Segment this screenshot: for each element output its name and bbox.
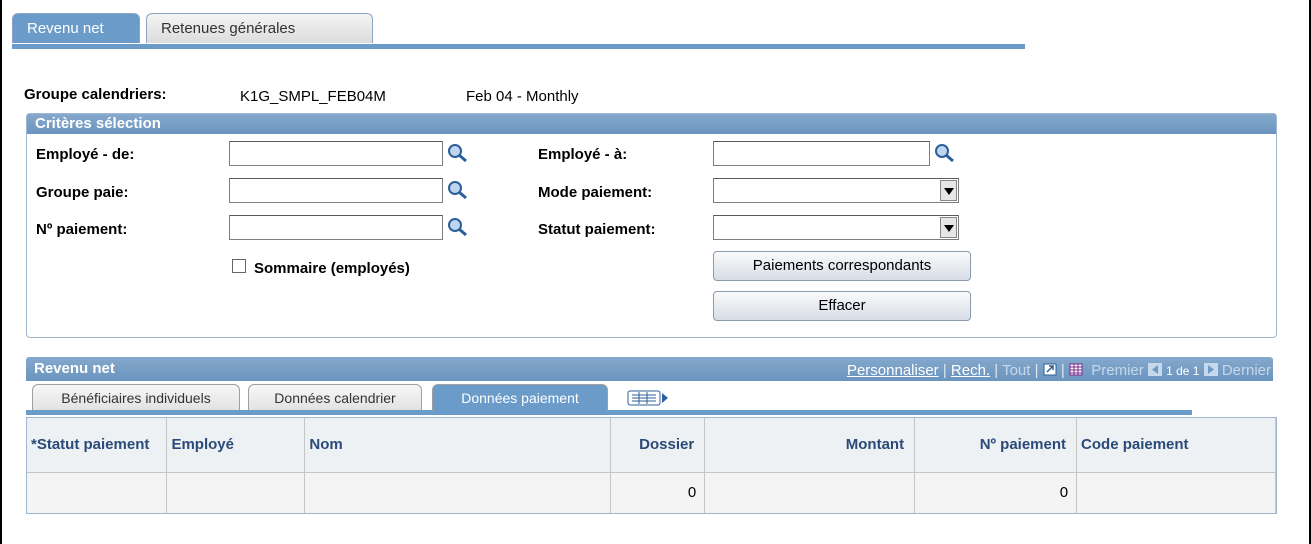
calendar-group-description: Feb 04 - Monthly xyxy=(466,88,579,105)
column-header-record: Dossier xyxy=(610,418,706,473)
clear-button[interactable]: Effacer xyxy=(713,291,971,321)
column-header-status: *Statut paiement xyxy=(27,418,168,473)
cell-employee xyxy=(166,472,306,513)
grid-navigation: Personnaliser | Rech. | Tout | | Premier… xyxy=(846,362,1271,379)
magnifier-icon[interactable] xyxy=(446,216,470,238)
pay-status-label: Statut paiement: xyxy=(538,221,656,238)
magnifier-icon[interactable] xyxy=(446,142,470,164)
customize-link[interactable]: Personnaliser xyxy=(847,362,939,379)
subtab-label: Bénéficiaires individuels xyxy=(61,390,211,406)
payment-no-input[interactable] xyxy=(229,215,443,240)
matching-payments-button[interactable]: Paiements correspondants xyxy=(713,251,971,281)
first-link: Premier xyxy=(1091,362,1144,379)
calendar-group-label: Groupe calendriers: xyxy=(24,86,167,103)
payments-table: *Statut paiement Employé Nom Dossier Mon… xyxy=(26,417,1277,514)
column-header-payment-code: Code paiement xyxy=(1076,418,1276,473)
pay-status-select[interactable] xyxy=(713,215,959,240)
cell-payment-code xyxy=(1076,472,1276,513)
subtab-label: Données calendrier xyxy=(274,390,396,406)
employee-from-input[interactable] xyxy=(229,141,443,166)
paygroup-label: Groupe paie: xyxy=(36,184,129,201)
subtab-label: Données paiement xyxy=(461,390,579,406)
pay-mode-label: Mode paiement: xyxy=(538,184,653,201)
magnifier-icon[interactable] xyxy=(933,142,957,164)
range-label: 1 de 1 xyxy=(1166,364,1200,378)
tab-revenu-net[interactable]: Revenu net xyxy=(12,13,140,43)
selection-criteria-title: Critères sélection xyxy=(27,114,1276,134)
new-window-icon[interactable] xyxy=(1043,363,1057,376)
tab-donnees-paiement[interactable]: Données paiement xyxy=(432,384,608,410)
cell-status xyxy=(27,472,168,513)
cell-payment-no: 0 xyxy=(914,472,1078,513)
summary-checkbox[interactable] xyxy=(232,259,246,273)
employee-from-label: Employé - de: xyxy=(36,146,135,163)
chevron-down-icon[interactable] xyxy=(940,217,957,238)
column-header-name: Nom xyxy=(304,418,612,473)
grid-icon[interactable] xyxy=(1069,363,1083,376)
employee-to-input[interactable] xyxy=(713,141,930,166)
next-icon xyxy=(1203,363,1218,376)
table-row: 0 0 xyxy=(27,472,1276,513)
pay-mode-select[interactable] xyxy=(713,178,959,203)
cell-name xyxy=(304,472,612,513)
grid-title: Revenu net xyxy=(34,360,115,377)
payment-no-label: Nº paiement: xyxy=(36,221,128,238)
subtab-underline xyxy=(26,410,1192,415)
tab-donnees-calendrier[interactable]: Données calendrier xyxy=(248,384,422,410)
calendar-group-id: K1G_SMPL_FEB04M xyxy=(240,88,386,105)
view-all-link: Tout xyxy=(1002,362,1031,379)
column-header-employee: Employé xyxy=(166,418,306,473)
paygroup-input[interactable] xyxy=(229,178,443,203)
column-header-payment-no: Nº paiement xyxy=(914,418,1078,473)
tab-underline xyxy=(12,44,1025,49)
show-all-columns-icon[interactable] xyxy=(627,389,669,407)
employee-to-label: Employé - à: xyxy=(538,146,628,163)
cell-record: 0 xyxy=(610,472,706,513)
tab-label: Retenues générales xyxy=(161,20,296,37)
tab-label: Revenu net xyxy=(27,20,104,37)
previous-icon xyxy=(1147,363,1162,376)
tab-retenues-generales[interactable]: Retenues générales xyxy=(146,13,373,43)
tab-beneficiaires-individuels[interactable]: Bénéficiaires individuels xyxy=(32,384,240,410)
find-link[interactable]: Rech. xyxy=(951,362,990,379)
cell-amount xyxy=(704,472,916,513)
grid-header: Revenu net Personnaliser | Rech. | Tout … xyxy=(26,357,1273,381)
magnifier-icon[interactable] xyxy=(446,179,470,201)
column-header-amount: Montant xyxy=(704,418,916,473)
summary-label: Sommaire (employés) xyxy=(254,260,410,277)
last-link: Dernier xyxy=(1221,362,1271,379)
chevron-down-icon[interactable] xyxy=(940,180,957,201)
